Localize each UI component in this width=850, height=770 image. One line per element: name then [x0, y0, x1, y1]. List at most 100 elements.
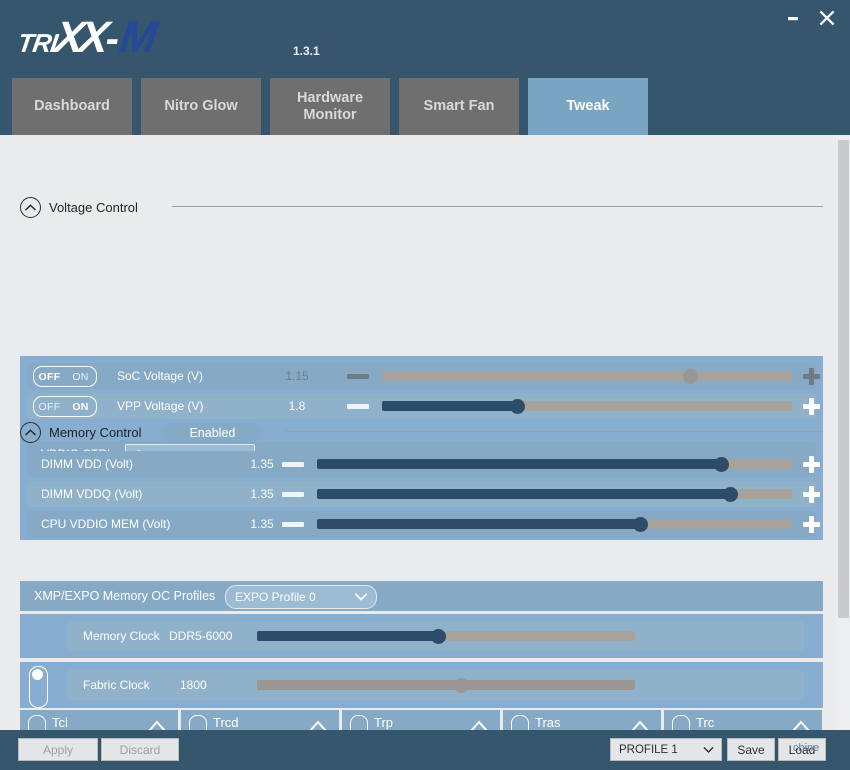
memory-control-collapse-button[interactable]: [20, 422, 41, 443]
timing-cell-tcl[interactable]: Tcl 36: [20, 710, 178, 730]
vpp-voltage-label: VPP Voltage (V): [117, 399, 204, 413]
timing-toggle[interactable]: [350, 715, 368, 730]
slider-knob[interactable]: [454, 678, 470, 693]
soc-voltage-value: 1.15: [285, 369, 309, 383]
memory-clock-slider[interactable]: [257, 629, 635, 644]
fabric-clock-toggle[interactable]: [29, 666, 48, 708]
apply-button[interactable]: Apply: [18, 738, 98, 761]
discard-button[interactable]: Discard: [101, 738, 179, 761]
voltage-section-divider: [172, 206, 823, 207]
tab-label: Hardware Monitor: [296, 89, 364, 123]
soc-voltage-increment-button[interactable]: [803, 368, 820, 385]
tab-label: Smart Fan: [423, 98, 495, 115]
stepper-arrows-icon[interactable]: [146, 718, 168, 730]
tab-hardware-monitor[interactable]: Hardware Monitor: [270, 78, 390, 135]
close-button[interactable]: [814, 6, 840, 30]
timing-cell-trc[interactable]: Trc 118: [664, 710, 822, 730]
slider-knob[interactable]: [713, 457, 729, 472]
toggle-off-label: OFF: [38, 370, 61, 383]
scroll-area: Voltage Control OFF ON SoC Voltage (V) 1…: [0, 135, 836, 730]
scrollbar-thumb[interactable]: [838, 140, 849, 618]
save-button[interactable]: Save: [727, 738, 775, 761]
memory-control-title: Memory Control: [49, 425, 142, 440]
dimm-vdd-slider[interactable]: [317, 457, 792, 472]
toggle-knob: [32, 669, 43, 680]
slider-track: [382, 371, 792, 381]
load-button[interactable]: Load: [778, 738, 826, 761]
dimm-vdd-increment-button[interactable]: [803, 456, 820, 473]
cpu-vddio-mem-label: CPU VDDIO MEM (Volt): [41, 517, 171, 531]
timing-cell-trcd[interactable]: Trcd 38: [181, 710, 339, 730]
cpu-vddio-mem-increment-button[interactable]: [803, 516, 820, 533]
memory-section-divider: [285, 431, 823, 432]
soc-voltage-row: OFF ON SoC Voltage (V) 1.15: [27, 363, 820, 389]
tab-dashboard[interactable]: Dashboard: [12, 78, 132, 135]
voltage-control-panel: OFF ON SoC Voltage (V) 1.15 OFF ON VPP V…: [20, 356, 823, 540]
dimm-vddq-decrement-button[interactable]: [282, 492, 304, 497]
slider-fill: [317, 519, 640, 529]
vpp-voltage-decrement-button[interactable]: [347, 404, 369, 409]
memory-clock-panel: Memory Clock DDR5-6000: [20, 614, 823, 658]
close-icon: [819, 10, 835, 26]
slider-knob[interactable]: [682, 369, 698, 384]
memory-profile-value: EXPO Profile 0: [235, 590, 316, 604]
bottom-bar: Apply Discard PROFILE 1 Save Load chine: [0, 730, 850, 770]
stepper-arrows-icon[interactable]: [790, 718, 812, 730]
slider-knob[interactable]: [723, 487, 739, 502]
timing-toggle[interactable]: [511, 715, 529, 730]
vpp-voltage-increment-button[interactable]: [803, 398, 820, 415]
dimm-vddq-increment-button[interactable]: [803, 486, 820, 503]
tab-label: Tweak: [566, 98, 610, 115]
minimize-button[interactable]: [780, 6, 806, 30]
tab-smart-fan[interactable]: Smart Fan: [399, 78, 519, 135]
dimm-vdd-decrement-button[interactable]: [282, 462, 304, 467]
vpp-voltage-value: 1.8: [288, 399, 306, 413]
stepper-arrows-icon[interactable]: [629, 718, 651, 730]
slider-knob[interactable]: [633, 517, 648, 532]
vertical-scrollbar[interactable]: [836, 135, 850, 730]
memory-clock-value: DDR5-6000: [169, 629, 233, 643]
slider-fill: [257, 631, 439, 641]
timing-cell-tras[interactable]: Tras 80: [503, 710, 661, 730]
soc-voltage-decrement-button[interactable]: [347, 374, 369, 379]
timing-cell-trp[interactable]: Trp 38: [342, 710, 500, 730]
app-logo: TRI XX - M: [16, 13, 161, 62]
toggle-on-label: ON: [72, 400, 89, 413]
tab-label: Dashboard: [34, 98, 110, 115]
vpp-voltage-toggle[interactable]: OFF ON: [33, 396, 97, 417]
dimm-vddq-slider[interactable]: [317, 487, 792, 502]
slider-knob[interactable]: [431, 629, 447, 644]
cpu-vddio-mem-decrement-button[interactable]: [282, 522, 304, 527]
toggle-off-label: OFF: [38, 400, 61, 413]
logo-m: M: [116, 13, 161, 62]
stepper-arrows-icon[interactable]: [468, 718, 490, 730]
memory-profiles-row: XMP/EXPO Memory OC Profiles EXPO Profile…: [20, 581, 823, 611]
memory-control-status-badge[interactable]: Enabled: [163, 422, 262, 443]
soc-voltage-toggle[interactable]: OFF ON: [33, 366, 97, 387]
cpu-vddio-mem-slider[interactable]: [317, 517, 792, 532]
timing-toggle[interactable]: [28, 715, 46, 730]
timing-name: Trp: [374, 715, 394, 730]
memory-profiles-label: XMP/EXPO Memory OC Profiles: [34, 589, 216, 603]
soc-voltage-label: SoC Voltage (V): [117, 369, 204, 383]
fabric-clock-slider[interactable]: [257, 678, 635, 693]
voltage-control-collapse-button[interactable]: [20, 197, 41, 218]
app-version: 1.3.1: [293, 44, 320, 58]
slider-track: [257, 680, 635, 690]
vpp-voltage-slider[interactable]: [382, 399, 792, 414]
tab-tweak[interactable]: Tweak: [528, 78, 648, 135]
soc-voltage-slider[interactable]: [382, 369, 792, 384]
chevron-down-icon: [354, 593, 368, 601]
tab-nitro-glow[interactable]: Nitro Glow: [141, 78, 261, 135]
dimm-vddq-row: DIMM VDDQ (Volt) 1.35: [27, 481, 820, 507]
memory-profile-select[interactable]: EXPO Profile 0: [225, 585, 377, 609]
timing-toggle[interactable]: [189, 715, 207, 730]
profile-select[interactable]: PROFILE 1: [610, 738, 722, 761]
cpu-vddio-mem-row: CPU VDDIO MEM (Volt) 1.35: [27, 511, 820, 537]
timing-toggle[interactable]: [672, 715, 690, 730]
slider-knob[interactable]: [510, 399, 526, 414]
timing-name: Tras: [535, 715, 561, 730]
timing-name: Tcl: [52, 715, 68, 730]
timing-name: Trcd: [213, 715, 239, 730]
stepper-arrows-icon[interactable]: [307, 718, 329, 730]
